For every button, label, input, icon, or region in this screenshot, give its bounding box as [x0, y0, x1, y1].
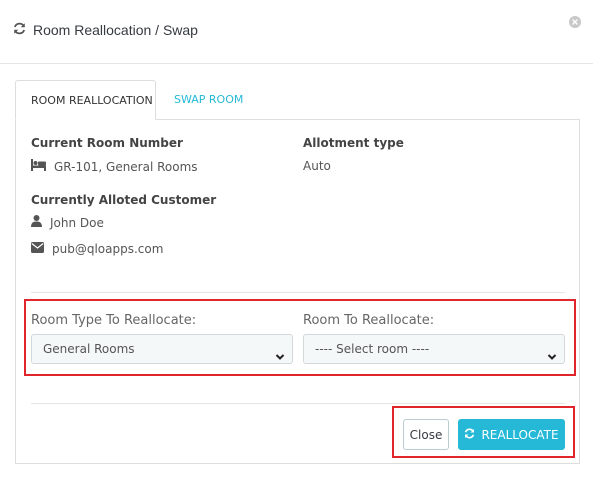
customer-email-text: pub@qloapps.com — [52, 242, 164, 256]
actions-highlight-box — [392, 406, 575, 458]
divider-bottom — [31, 403, 565, 404]
envelope-icon — [31, 242, 52, 256]
allotment-type-value: Auto — [303, 159, 331, 173]
bed-icon — [31, 159, 54, 174]
modal-header: Room Reallocation / Swap — [0, 0, 593, 64]
user-icon — [31, 215, 50, 230]
current-room-text: GR-101, General Rooms — [54, 159, 198, 174]
customer-email: pub@qloapps.com — [31, 242, 163, 256]
room-reallocation-modal: Room Reallocation / Swap ROOM REALLOCATI… — [0, 0, 593, 483]
tab-swap-room[interactable]: SWAP ROOM — [156, 80, 258, 120]
customer-name: John Doe — [31, 215, 104, 230]
current-room-label: Current Room Number — [31, 136, 183, 150]
modal-title-text: Room Reallocation / Swap — [33, 22, 198, 38]
modal-title: Room Reallocation / Swap — [13, 22, 198, 38]
allotment-type-label: Allotment type — [303, 136, 404, 150]
divider-top — [31, 292, 565, 293]
current-room-value: GR-101, General Rooms — [31, 159, 198, 174]
tab-bar: ROOM REALLOCATION SWAP ROOM — [15, 80, 258, 120]
customer-name-text: John Doe — [50, 215, 104, 230]
form-highlight-box — [24, 299, 576, 376]
customer-label: Currently Alloted Customer — [31, 193, 217, 207]
refresh-icon — [13, 22, 33, 38]
tab-room-reallocation[interactable]: ROOM REALLOCATION — [15, 80, 156, 120]
close-icon[interactable] — [569, 16, 581, 28]
